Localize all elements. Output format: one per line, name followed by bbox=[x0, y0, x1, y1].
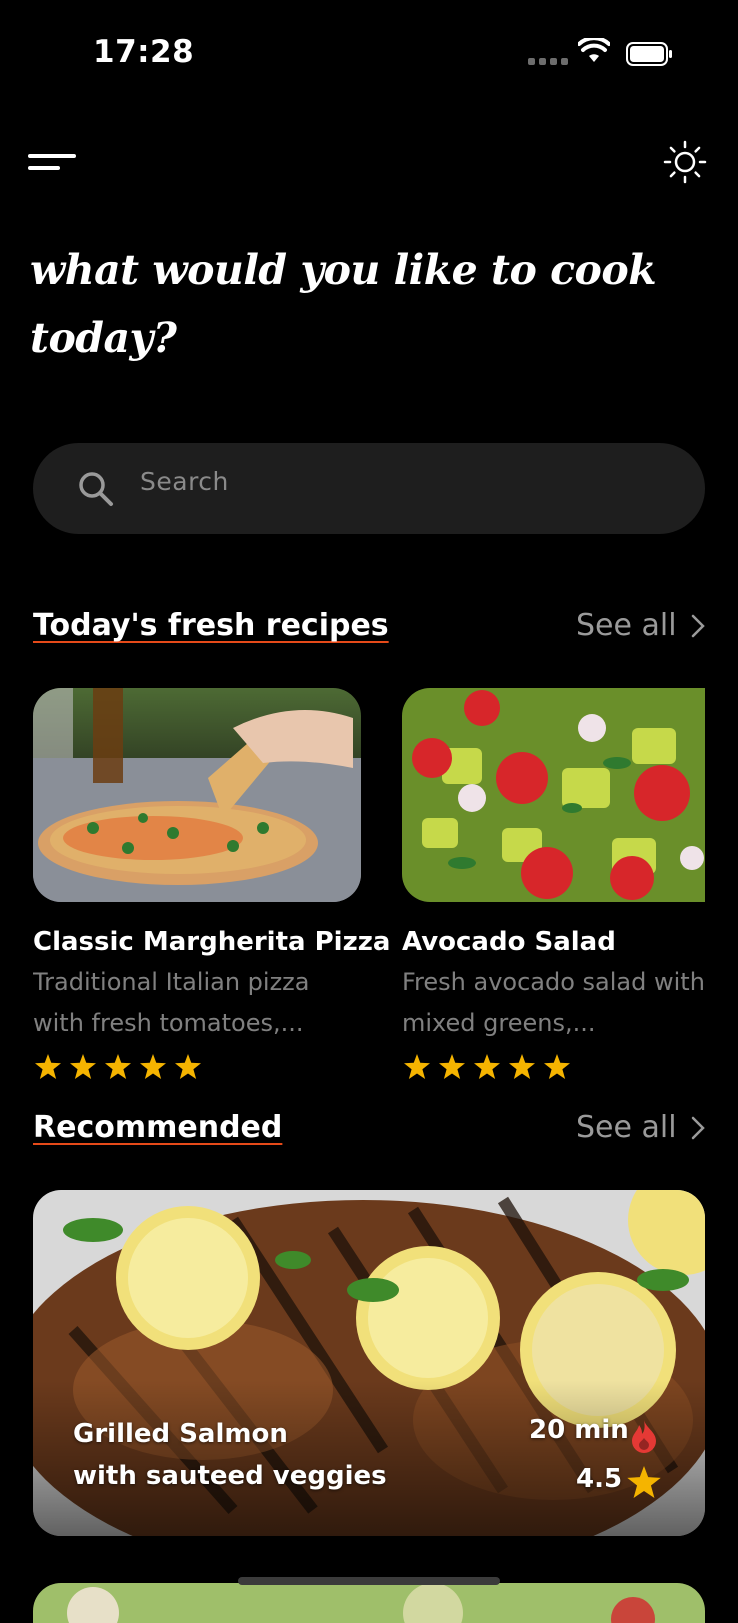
star-icon bbox=[509, 1054, 535, 1079]
star-icon bbox=[544, 1054, 570, 1079]
salad-image[interactable] bbox=[402, 688, 705, 902]
star-icon bbox=[439, 1054, 465, 1079]
see-all-label: See all bbox=[576, 608, 677, 643]
search-icon bbox=[79, 472, 113, 506]
battery-icon bbox=[626, 42, 672, 66]
star-icon bbox=[140, 1054, 166, 1079]
card-title: Avocado Salad bbox=[402, 927, 616, 957]
recommended-rating: 4.5 bbox=[576, 1464, 623, 1494]
star-icon bbox=[474, 1054, 500, 1079]
chevron-right-icon bbox=[691, 1116, 705, 1139]
star-rating bbox=[35, 1054, 201, 1079]
page-headline: what would you like to cook today? bbox=[30, 246, 657, 362]
star-icon bbox=[175, 1054, 201, 1079]
wifi-icon bbox=[578, 38, 610, 62]
sun-icon[interactable] bbox=[663, 140, 707, 184]
star-rating bbox=[404, 1054, 570, 1079]
cook-time: 20 min bbox=[529, 1415, 629, 1445]
star-icon bbox=[404, 1054, 430, 1079]
see-all-label: See all bbox=[576, 1110, 677, 1145]
cellular-signal-icon bbox=[528, 58, 568, 65]
see-all-recommended-button[interactable]: See all bbox=[576, 1110, 705, 1145]
section-title-recommended: Recommended bbox=[33, 1110, 283, 1145]
status-time: 17:28 bbox=[93, 34, 195, 70]
next-recommended-card[interactable] bbox=[33, 1583, 705, 1623]
star-icon bbox=[70, 1054, 96, 1079]
section-title-fresh: Today's fresh recipes bbox=[33, 608, 389, 643]
chevron-right-icon bbox=[691, 614, 705, 637]
recommended-card[interactable]: Grilled Salmon with sauteed veggies 20 m… bbox=[33, 1190, 705, 1536]
search-input[interactable] bbox=[33, 443, 705, 534]
star-icon bbox=[627, 1466, 661, 1498]
card-title: Classic Margherita Pizza bbox=[33, 927, 391, 957]
card-description: Traditional Italian pizza with fresh tom… bbox=[33, 968, 310, 1037]
card-description: Fresh avocado salad with mixed greens,..… bbox=[402, 968, 705, 1037]
home-indicator bbox=[238, 1577, 500, 1585]
menu-icon[interactable] bbox=[28, 150, 78, 174]
star-icon bbox=[35, 1054, 61, 1079]
recommended-description: Grilled Salmon with sauteed veggies bbox=[73, 1419, 387, 1491]
search-placeholder: Search bbox=[140, 467, 229, 496]
pizza-image[interactable] bbox=[33, 688, 361, 902]
flame-icon bbox=[632, 1420, 656, 1453]
see-all-fresh-button[interactable]: See all bbox=[576, 608, 705, 643]
star-icon bbox=[105, 1054, 131, 1079]
